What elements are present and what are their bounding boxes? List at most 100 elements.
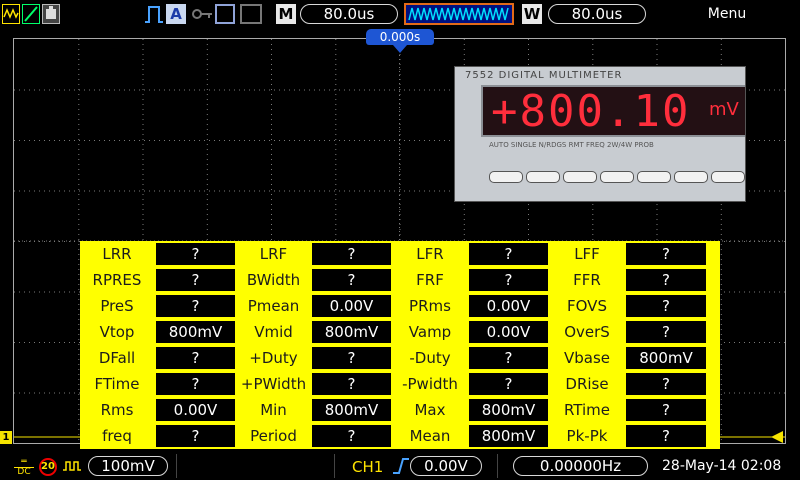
horizontal-timebase[interactable]: 80.0us <box>300 4 398 24</box>
multimeter-photo: 7552 DIGITAL MULTIMETER +800.10 mV AUTO … <box>454 66 746 202</box>
bandwidth-limit-icon[interactable]: 20 <box>39 458 57 476</box>
multimeter-button <box>563 171 597 183</box>
save-icon[interactable] <box>215 4 235 24</box>
measurement-value: ? <box>469 269 548 291</box>
measurement-value: ? <box>469 347 548 369</box>
measurement-value: ? <box>626 269 706 291</box>
ch1-marker[interactable]: 1 <box>0 431 12 444</box>
trigger-position-tag[interactable]: 0.000s <box>366 29 434 45</box>
measurement-label: Vmid <box>237 321 310 343</box>
measurement-label: freq <box>80 425 154 447</box>
measurement-label: LFF <box>550 243 624 265</box>
measurement-label: Pk-Pk <box>550 425 624 447</box>
trigger-source-label[interactable]: CH1 <box>352 458 383 476</box>
top-bar: A M 80.0us W 80.0us Menu <box>0 0 800 30</box>
divider <box>176 454 177 478</box>
measurement-label: DRise <box>550 373 624 395</box>
multimeter-reading: +800.10 <box>491 86 691 137</box>
multimeter-button <box>711 171 745 183</box>
measurement-label: -Duty <box>393 347 467 369</box>
measurement-value: ? <box>469 373 548 395</box>
measurement-label: DFall <box>80 347 154 369</box>
dc-coupling-icon[interactable]: ═ DC <box>14 458 34 477</box>
scope-icon[interactable] <box>42 4 60 24</box>
multimeter-button <box>600 171 634 183</box>
measurement-value: 0.00V <box>156 399 235 421</box>
measurement-value: 800mV <box>312 321 391 343</box>
multimeter-display: +800.10 mV <box>481 85 745 137</box>
measurement-value: ? <box>626 243 706 265</box>
measurement-value: 800mV <box>469 425 548 447</box>
measurement-label: RPRES <box>80 269 154 291</box>
measurement-label: RTime <box>550 399 624 421</box>
datetime: 28-May-14 02:08 <box>662 458 782 474</box>
measurement-value: ? <box>626 321 706 343</box>
measurement-label: FTime <box>80 373 154 395</box>
measurement-label: Vtop <box>80 321 154 343</box>
measurement-label: OverS <box>550 321 624 343</box>
trigger-level[interactable]: 0.00V <box>410 456 482 476</box>
ch1-scale[interactable]: 100mV <box>88 456 168 476</box>
measurement-label: Vamp <box>393 321 467 343</box>
measurement-value: ? <box>312 425 391 447</box>
multimeter-unit: mV <box>709 99 739 120</box>
measurement-label: LFR <box>393 243 467 265</box>
divider <box>334 454 335 478</box>
frequency-counter: 0.00000Hz <box>513 456 648 476</box>
measurement-value: ? <box>156 347 235 369</box>
measurement-label: Period <box>237 425 310 447</box>
window-mode-icon[interactable]: W <box>522 4 542 24</box>
line-icon[interactable] <box>22 4 40 24</box>
measurement-label: FFR <box>550 269 624 291</box>
trigger-level-marker[interactable] <box>771 431 783 443</box>
bottom-bar: ═ DC 20 100mV CH1 0.00V 0.00000Hz 28-May… <box>0 452 800 480</box>
measurement-label: +PWidth <box>237 373 310 395</box>
measurement-value: ? <box>156 269 235 291</box>
pulse-icon[interactable] <box>144 4 164 24</box>
measurement-value: ? <box>626 399 706 421</box>
multimeter-button <box>674 171 708 183</box>
trigger-position-arrow <box>393 45 407 53</box>
divider <box>497 454 498 478</box>
measurement-label: FOVS <box>550 295 624 317</box>
measurement-value: ? <box>156 373 235 395</box>
measurement-label: LRF <box>237 243 310 265</box>
measurement-value: ? <box>312 373 391 395</box>
multimeter-brand: 7552 DIGITAL MULTIMETER <box>465 70 623 81</box>
measurement-value: 0.00V <box>469 295 548 317</box>
waveform-icon[interactable] <box>2 4 20 24</box>
measurement-label: +Duty <box>237 347 310 369</box>
window-timebase[interactable]: 80.0us <box>548 4 646 24</box>
measurement-value: 0.00V <box>469 321 548 343</box>
multimeter-button <box>489 171 523 183</box>
measurement-label: Min <box>237 399 310 421</box>
measurement-label: Vbase <box>550 347 624 369</box>
measurement-label: LRR <box>80 243 154 265</box>
measurement-value: ? <box>626 425 706 447</box>
measurement-table: LRR? LRF? LFR? LFF? RPRES? BWidth? FRF? FFR? Pre… <box>80 241 720 449</box>
rising-edge-icon[interactable] <box>392 457 410 475</box>
trigger-auto-icon[interactable]: A <box>166 4 186 24</box>
chain-icon[interactable] <box>192 4 214 24</box>
print-icon[interactable] <box>240 4 262 24</box>
measurement-value: ? <box>312 269 391 291</box>
measurement-value: ? <box>156 425 235 447</box>
measurement-value: ? <box>156 295 235 317</box>
measurement-value: 800mV <box>469 399 548 421</box>
measurement-value: 800mV <box>626 347 706 369</box>
measurement-value: 800mV <box>312 399 391 421</box>
multimeter-button <box>637 171 671 183</box>
memory-waveform-bar[interactable] <box>404 3 514 25</box>
multimeter-button <box>526 171 560 183</box>
measurement-label: FRF <box>393 269 467 291</box>
horizontal-mode-icon[interactable]: M <box>276 4 296 24</box>
measurement-label: Rms <box>80 399 154 421</box>
invert-icon[interactable] <box>62 460 82 472</box>
measurement-value: ? <box>469 243 548 265</box>
coupling-label: DC <box>17 467 31 477</box>
multimeter-buttons <box>485 171 745 193</box>
measurement-value: ? <box>626 373 706 395</box>
measurement-value: ? <box>626 295 706 317</box>
measurement-label: Max <box>393 399 467 421</box>
menu-button[interactable]: Menu <box>692 6 762 22</box>
